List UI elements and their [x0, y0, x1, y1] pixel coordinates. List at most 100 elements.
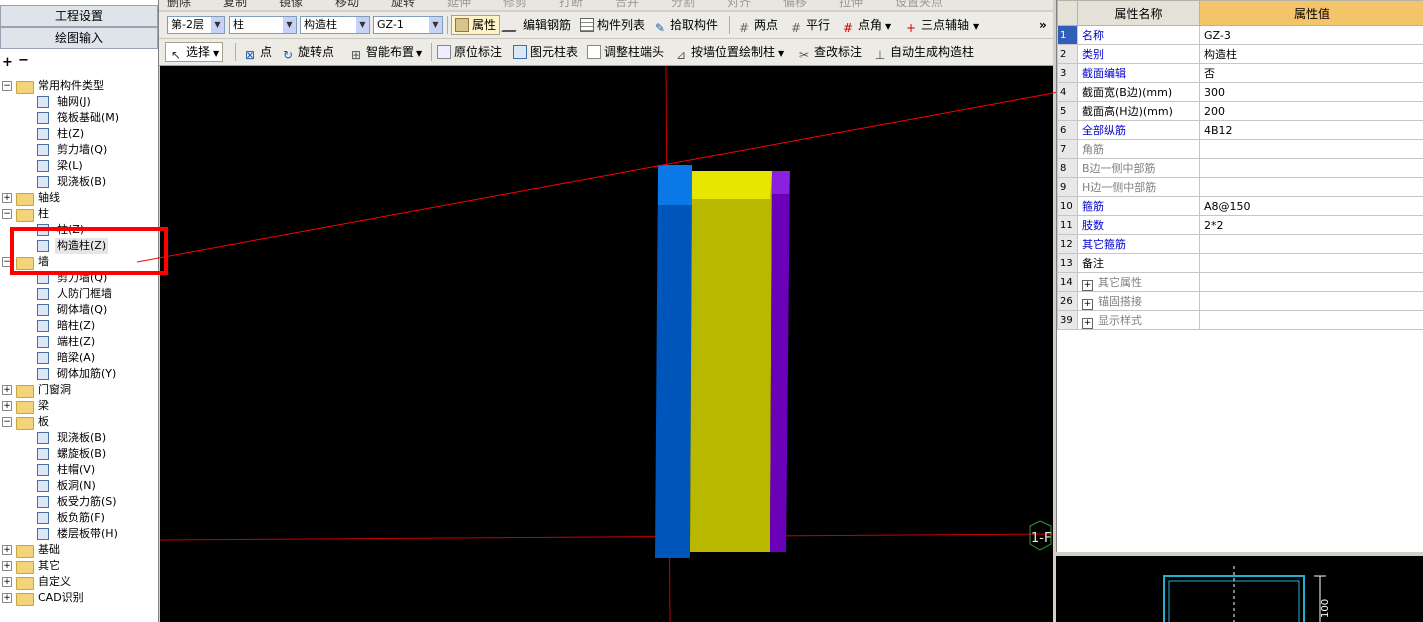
property-row[interactable]: 2 类别 构造柱 [1057, 44, 1423, 64]
tree-item[interactable]: 暗梁(A) [2, 350, 152, 366]
edit-rebar-button[interactable]: 编辑钢筋 [501, 16, 571, 34]
tree-item[interactable]: 构造柱(Z) [2, 238, 152, 254]
edit-toolbar-item[interactable]: 拉伸 [839, 0, 863, 10]
expand-icon[interactable]: + [2, 545, 12, 555]
two-points-button[interactable]: # 两点 [737, 16, 778, 35]
tree-folder[interactable]: − 柱 [2, 206, 152, 222]
tree-folder[interactable]: + 基础 [2, 542, 152, 558]
tree-item[interactable]: 梁(L) [2, 158, 152, 174]
category-select[interactable]: 柱 ▼ [229, 16, 297, 34]
property-row[interactable]: 1 名称 GZ-3 [1057, 25, 1423, 45]
edit-toolbar-item[interactable]: 修剪 [503, 0, 527, 10]
element-select[interactable]: GZ-1 ▼ [373, 16, 443, 34]
tree-item[interactable]: 砌体墙(Q) [2, 302, 152, 318]
edit-toolbar-item[interactable]: 复制 [223, 0, 247, 10]
property-value-cell[interactable] [1199, 234, 1423, 254]
tree-item[interactable]: 楼层板带(H) [2, 526, 152, 542]
property-value-cell[interactable]: A8@150 [1199, 196, 1423, 216]
point-button[interactable]: ⊠ 点 [243, 43, 272, 62]
tree-item[interactable]: 轴网(J) [2, 94, 152, 110]
property-value-cell[interactable]: GZ-3 [1199, 25, 1423, 45]
expand-icon[interactable]: + [2, 385, 12, 395]
tree-folder[interactable]: + 其它 [2, 558, 152, 574]
property-value-cell[interactable]: 300 [1199, 82, 1423, 102]
edit-toolbar-item[interactable]: 分割 [671, 0, 695, 10]
toolbar-overflow-button[interactable]: » [1039, 16, 1047, 34]
properties-button[interactable]: 属性 [451, 15, 501, 35]
tree-item[interactable]: 筏板基础(M) [2, 110, 152, 126]
property-value-cell[interactable] [1199, 310, 1423, 330]
property-row[interactable]: 10 箍筋 A8@150 [1057, 196, 1423, 216]
collapse-icon[interactable]: − [2, 81, 12, 91]
tree-folder[interactable]: − 板 [2, 414, 152, 430]
select-button[interactable]: ↖ 选择 ▼ [165, 42, 224, 62]
property-value-cell[interactable] [1199, 253, 1423, 273]
collapse-icon[interactable]: − [2, 209, 12, 219]
tree-folder[interactable]: + 梁 [2, 398, 152, 414]
property-row[interactable]: 7 角筋 [1057, 139, 1423, 159]
property-value-cell[interactable]: 200 [1199, 101, 1423, 121]
property-row[interactable]: 13 备注 [1057, 253, 1423, 273]
modify-annotation-button[interactable]: ✂ 查改标注 [797, 43, 862, 62]
tree-item[interactable]: 端柱(Z) [2, 334, 152, 350]
tree-folder[interactable]: − 墙 [2, 254, 152, 270]
expand-icon[interactable]: + [1082, 279, 1093, 291]
expand-icon[interactable]: + [2, 577, 12, 587]
draw-by-wall-button[interactable]: ⊿ 按墙位置绘制柱 ▼ [674, 43, 784, 62]
property-row[interactable]: 14 + 其它属性 [1057, 272, 1423, 292]
tree-item[interactable]: 柱(Z) [2, 126, 152, 142]
tree-item[interactable]: 板受力筋(S) [2, 494, 152, 510]
edit-toolbar-item[interactable]: 偏移 [783, 0, 807, 10]
tree-item[interactable]: 板洞(N) [2, 478, 152, 494]
property-value-cell[interactable] [1199, 158, 1423, 178]
edit-toolbar-item[interactable]: 对齐 [727, 0, 751, 10]
collapse-icon[interactable]: − [2, 417, 12, 427]
property-value-cell[interactable] [1199, 291, 1423, 311]
property-row[interactable]: 26 + 锚固搭接 [1057, 291, 1423, 311]
property-row[interactable]: 4 截面宽(B边)(mm) 300 [1057, 82, 1423, 102]
edit-toolbar-item[interactable]: 合并 [615, 0, 639, 10]
collapse-all-icon[interactable]: − [18, 53, 29, 68]
tree-folder[interactable]: + 轴线 [2, 190, 152, 206]
expand-icon[interactable]: + [1082, 298, 1093, 310]
property-row[interactable]: 12 其它箍筋 [1057, 234, 1423, 254]
property-row[interactable]: 5 截面高(H边)(mm) 200 [1057, 101, 1423, 121]
edit-toolbar-item[interactable]: 设置夹点 [895, 0, 943, 10]
tree-item[interactable]: 人防门框墙 [2, 286, 152, 302]
smart-layout-button[interactable]: ⊞ 智能布置 ▼ [349, 43, 422, 62]
expand-icon[interactable]: + [2, 193, 12, 203]
type-select[interactable]: 构造柱 ▼ [300, 16, 370, 34]
tree-item[interactable]: 砌体加筋(Y) [2, 366, 152, 382]
tree-item[interactable]: 板负筋(F) [2, 510, 152, 526]
point-angle-button[interactable]: # 点角 ▼ [841, 16, 891, 35]
expand-icon[interactable]: + [2, 401, 12, 411]
tree-item[interactable]: 现浇板(B) [2, 174, 152, 190]
property-row[interactable]: 3 截面编辑 否 [1057, 63, 1423, 83]
edit-toolbar-item[interactable]: 旋转 [391, 0, 415, 10]
property-row[interactable]: 9 H边一侧中部筋 [1057, 177, 1423, 197]
edit-toolbar-item[interactable]: 删除 [167, 0, 191, 10]
expand-icon[interactable]: + [1082, 317, 1093, 329]
tree-item[interactable]: 暗柱(Z) [2, 318, 152, 334]
property-row[interactable]: 11 肢数 2*2 [1057, 215, 1423, 235]
parallel-button[interactable]: # 平行 [789, 16, 830, 35]
tree-item[interactable]: 现浇板(B) [2, 430, 152, 446]
property-value-cell[interactable]: 2*2 [1199, 215, 1423, 235]
tree-item[interactable]: 剪力墙(Q) [2, 142, 152, 158]
tree-item[interactable]: 柱帽(V) [2, 462, 152, 478]
tree-folder[interactable]: + CAD识别 [2, 590, 152, 606]
edit-toolbar-item[interactable]: 延伸 [447, 0, 471, 10]
expand-icon[interactable]: + [2, 593, 12, 603]
tree-folder[interactable]: + 自定义 [2, 574, 152, 590]
edit-toolbar-item[interactable]: 移动 [335, 0, 359, 10]
in-place-annotation-button[interactable]: 原位标注 [437, 43, 502, 61]
component-list-button[interactable]: 构件列表 [580, 16, 645, 34]
expand-icon[interactable]: + [2, 561, 12, 571]
collapse-icon[interactable]: − [2, 257, 12, 267]
tree-item[interactable]: 剪力墙(Q) [2, 270, 152, 286]
property-row[interactable]: 6 全部纵筋 4B12 [1057, 120, 1423, 140]
property-row[interactable]: 39 + 显示样式 [1057, 310, 1423, 330]
property-value-cell[interactable] [1199, 177, 1423, 197]
pick-component-button[interactable]: ✎ 拾取构件 [653, 16, 718, 35]
drawing-input-button[interactable]: 绘图输入 [0, 27, 158, 49]
